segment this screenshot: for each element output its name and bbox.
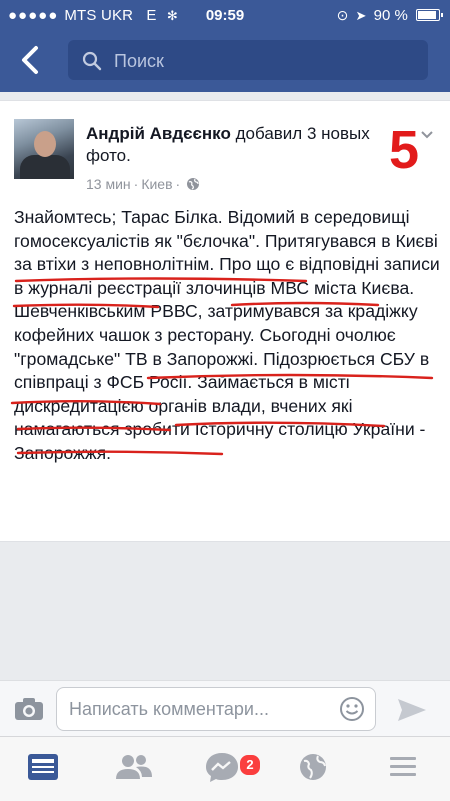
post-meta: 13 мин · Киев · bbox=[86, 176, 200, 192]
comment-input[interactable] bbox=[67, 688, 333, 730]
emoji-smile-icon[interactable] bbox=[339, 696, 365, 722]
comment-bar bbox=[0, 680, 450, 737]
avatar-head bbox=[34, 131, 56, 157]
messages-badge: 2 bbox=[238, 753, 262, 777]
messenger-icon bbox=[206, 753, 238, 782]
camera-icon[interactable] bbox=[14, 697, 44, 721]
post-text: Знайомтесь; Тарас Білка. Відомий в серед… bbox=[14, 207, 440, 463]
news-feed-icon bbox=[28, 754, 58, 780]
back-button[interactable] bbox=[16, 42, 46, 78]
post-header: Андрій Авдєєнко добавил 3 новых фото. bbox=[86, 123, 386, 167]
status-bar: ●●●●● MTS UKR E ✻ 09:59 ⊙ ➤ 90 % bbox=[0, 0, 450, 30]
globe-icon bbox=[187, 178, 200, 190]
post-time[interactable]: 13 мин bbox=[86, 176, 131, 192]
location-arrow-icon: ➤ bbox=[355, 8, 367, 23]
tab-notifications[interactable] bbox=[296, 751, 336, 787]
menu-icon bbox=[390, 757, 416, 776]
author-name[interactable]: Андрій Авдєєнко bbox=[86, 124, 231, 143]
send-icon[interactable] bbox=[396, 697, 428, 723]
tab-bar: 2 bbox=[0, 736, 450, 801]
globe-notifications-icon bbox=[300, 754, 326, 780]
post-location[interactable]: Киев bbox=[141, 176, 172, 192]
post-options-chevron-icon[interactable] bbox=[420, 127, 434, 141]
tab-news-feed[interactable] bbox=[26, 751, 66, 787]
status-right: ⊙ ➤ 90 % bbox=[336, 7, 443, 24]
battery-percent: 90 % bbox=[373, 7, 408, 24]
search-input[interactable] bbox=[112, 40, 416, 82]
friends-icon bbox=[116, 755, 152, 779]
search-icon bbox=[82, 51, 102, 71]
battery-fill bbox=[418, 11, 436, 19]
search-bar[interactable] bbox=[68, 40, 428, 82]
chevron-left-icon bbox=[22, 46, 38, 74]
navigation-bar bbox=[0, 30, 450, 92]
annotation-number: 5 bbox=[389, 120, 420, 180]
comment-box[interactable] bbox=[56, 687, 376, 731]
rotation-lock-icon: ⊙ bbox=[336, 7, 349, 23]
avatar[interactable] bbox=[14, 119, 74, 179]
tab-more[interactable] bbox=[386, 751, 426, 787]
tab-friends[interactable] bbox=[114, 751, 154, 787]
avatar-body bbox=[20, 155, 70, 179]
battery-icon bbox=[416, 9, 443, 21]
